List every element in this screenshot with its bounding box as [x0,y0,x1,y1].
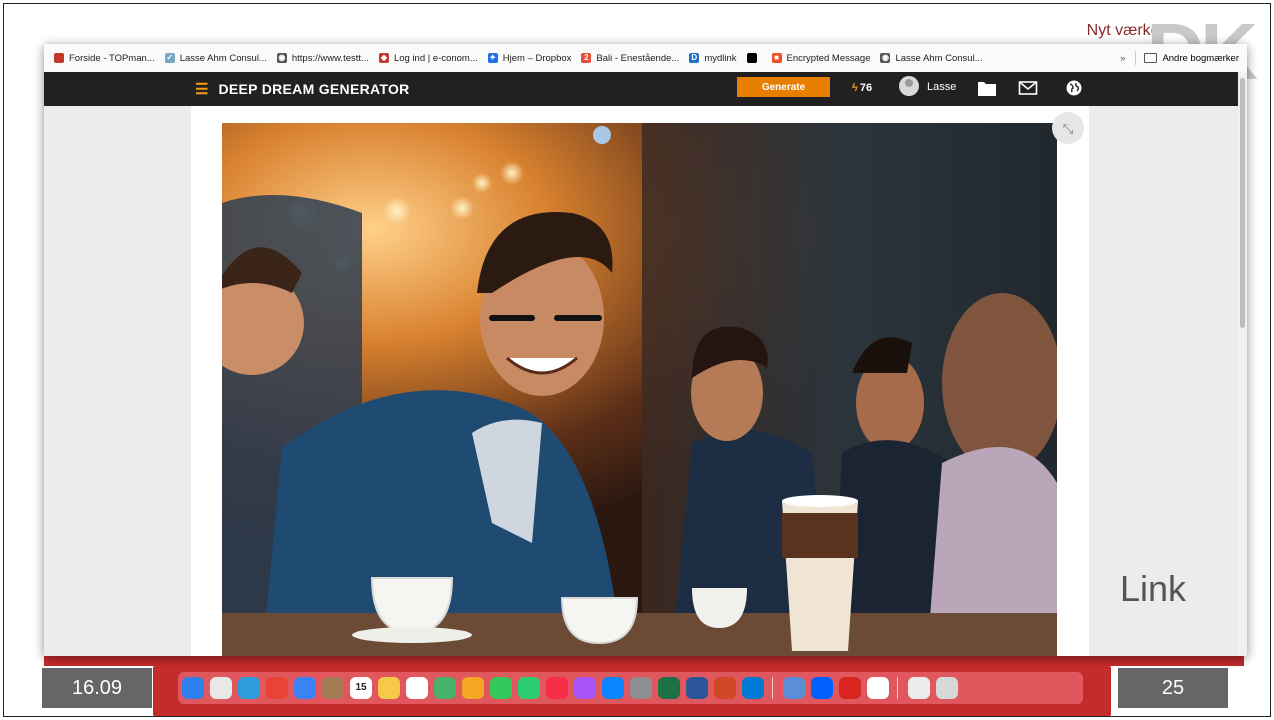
number-two-icon: 2 [581,53,592,63]
dock-launchpad-icon[interactable] [210,677,232,699]
dock-music-icon[interactable] [546,677,568,699]
ddg-logo-icon: ☰ [195,81,209,98]
dock-messages-icon[interactable] [490,677,512,699]
other-bookmarks-link[interactable]: Andre bogmærker [1162,53,1239,64]
site-logo[interactable]: ☰ DEEP DREAM GENERATOR [195,80,410,98]
browser-window: Forside - TOPman... ✓ Lasse Ahm Consul... ◉… [44,44,1247,656]
bolt-icon: ϟ [852,82,858,94]
energy-counter[interactable]: ϟ 76 [852,82,872,94]
bookmark-label: Encrypted Message [786,52,871,64]
dock-safari-icon[interactable] [238,677,260,699]
dock-dropbox-icon[interactable] [811,677,833,699]
dock-panel: 15 [153,666,1111,716]
generate-button[interactable]: Generate [737,77,830,97]
slide-red-bar [44,656,1244,666]
site-navbar: ☰ DEEP DREAM GENERATOR Generate ϟ 76 Lass… [44,72,1238,106]
bookmark-label: Lasse Ahm Consul... [179,52,267,64]
mydlink-icon: D [689,53,700,63]
mail-icon[interactable] [1018,79,1038,97]
dock-notes-icon[interactable] [378,677,400,699]
dock-acrobat-icon[interactable] [839,677,861,699]
dock-contacts-icon[interactable] [322,677,344,699]
dock-excel-icon[interactable] [658,677,680,699]
folder-icon [1144,53,1158,63]
generated-image[interactable] [222,123,1057,656]
dock-outlook-icon[interactable] [742,677,764,699]
slide-page-number: 25 [1118,668,1228,708]
dock-app-store-icon[interactable] [602,677,624,699]
bookmark-item[interactable] [746,53,762,63]
bookmarks-divider [1135,51,1137,65]
collapse-fullscreen-button[interactable]: ⤡ [1052,112,1084,144]
bookmark-label: mydlink [704,52,737,64]
bookmark-item[interactable]: ■ Encrypted Message [771,52,871,64]
scrollbar-thumb[interactable] [1240,78,1245,328]
globe-icon: ◉ [276,53,287,63]
dock-reminders-icon[interactable] [406,677,428,699]
dock-facetime-icon[interactable] [518,677,540,699]
dock-mail-icon[interactable] [294,677,316,699]
dock-preview-icon[interactable] [783,677,805,699]
dock-chrome-icon[interactable] [266,677,288,699]
bookmark-item[interactable]: ◉ https://www.testt... [276,52,369,64]
dock-trash-icon[interactable] [936,677,958,699]
mac-dock: 15 [178,672,1083,704]
bookmark-item[interactable]: ✓ Lasse Ahm Consul... [164,52,267,64]
bookmark-label: Lasse Ahm Consul... [895,52,983,64]
bookmark-item[interactable]: 2 Bali - Enestående... [581,53,679,64]
bookmark-label: Hjem – Dropbox [502,52,572,64]
more-bookmarks-button[interactable]: » [1120,53,1125,64]
dropbox-icon: ✦ [487,53,498,63]
dock-word-icon[interactable] [686,677,708,699]
slide-date: 16.09 [42,668,152,708]
dock-system-settings-icon[interactable] [630,677,652,699]
microsoft-icon: ■ [771,53,782,63]
folder-icon[interactable] [977,79,997,97]
dock-photos-icon[interactable] [462,677,484,699]
dock-finder-icon[interactable] [182,677,204,699]
dock-fruit-app-icon[interactable] [867,677,889,699]
bookmark-label: Bali - Enestående... [596,52,680,64]
dock-divider [897,677,898,699]
signature-icon: ✓ [164,53,175,63]
bookmark-label: Forside - TOPman... [69,52,155,64]
user-name[interactable]: Lasse [927,81,956,93]
dock-maps-icon[interactable] [434,677,456,699]
lips-icon: ◆ [378,53,389,63]
site-title: DEEP DREAM GENERATOR [218,81,410,97]
bookmark-item[interactable]: Dmydlink [689,52,737,64]
avatar[interactable] [899,76,919,96]
cafe-scene-image [222,123,1057,656]
bookmark-label: Log ind | e-conom... [393,52,478,64]
dock-divider [772,677,773,699]
bookmark-item[interactable]: ✦ Hjem – Dropbox [487,52,572,64]
bookmarks-bar: Forside - TOPman... ✓ Lasse Ahm Consul... ◉… [44,44,1247,73]
globe-icon: ◉ [880,53,891,63]
top-logo-icon [54,53,64,63]
dock-powerpoint-icon[interactable] [714,677,736,699]
globe-icon[interactable] [1064,79,1084,97]
dock-podcasts-icon[interactable] [574,677,596,699]
dock-keyboard-icon[interactable] [908,677,930,699]
scrollbar[interactable] [1238,72,1247,656]
bookmark-label: https://www.testt... [291,52,369,64]
bookmark-item[interactable]: ◉ Lasse Ahm Consul... [880,52,983,64]
energy-value: 76 [859,82,873,94]
dr-logo-icon [746,53,757,63]
bookmark-item[interactable]: Forside - TOPman... [54,53,155,64]
slide-link[interactable]: Link [1120,568,1186,610]
bookmarks-right: » Andre bogmærker [1120,44,1239,72]
dock-calendar-icon[interactable]: 15 [350,677,372,699]
bookmark-item[interactable]: ◆ Log ind | e-conom... [378,52,478,64]
